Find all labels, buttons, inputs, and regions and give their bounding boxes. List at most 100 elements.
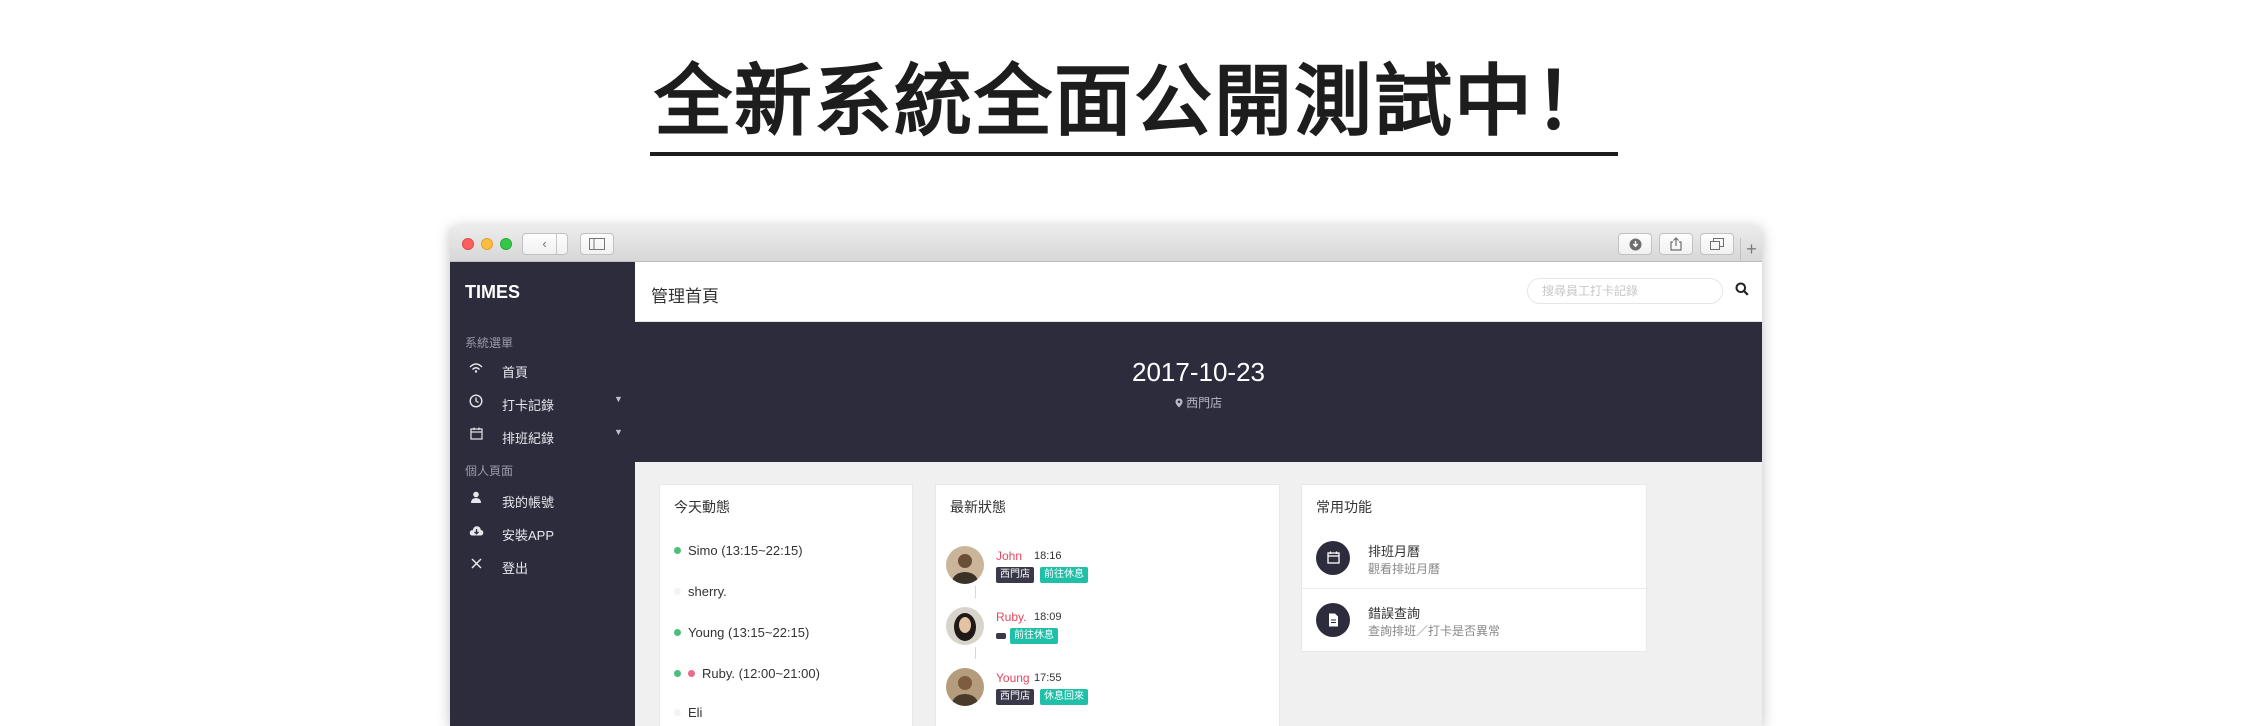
status-dot: [674, 670, 681, 677]
sidebar-toggle-button[interactable]: [580, 233, 614, 255]
status-row[interactable]: John 18:16 西門店 前往休息: [946, 546, 1266, 598]
close-icon: [468, 557, 484, 572]
sidebar-item-home[interactable]: 首頁: [450, 358, 635, 382]
sidebar-item-logout[interactable]: 登出: [450, 554, 635, 578]
list-item[interactable]: Eli: [674, 705, 702, 720]
list-item-text: Simo (13:15~22:15): [688, 543, 803, 558]
sidebar-item-label: 安裝APP: [502, 528, 555, 543]
document-icon: [1316, 603, 1350, 637]
card-title: 常用功能: [1316, 499, 1372, 515]
back-forward-group: ‹›: [522, 233, 568, 271]
list-item[interactable]: sherry.: [674, 584, 727, 599]
action-tag: 休息回來: [1040, 689, 1088, 705]
card-title: 最新狀態: [950, 499, 1006, 515]
sidebar-item-punch-records[interactable]: 打卡記錄 ▼: [450, 391, 635, 415]
map-pin-icon: [1175, 396, 1186, 410]
tabs-icon: [1710, 238, 1724, 250]
downloads-button[interactable]: [1618, 233, 1652, 255]
chevron-down-icon: ▼: [614, 394, 623, 404]
store-tag: 西門店: [996, 567, 1034, 583]
top-header: 管理首頁: [635, 262, 1762, 322]
list-item[interactable]: Young (13:15~22:15): [674, 625, 809, 640]
timeline-connector: [975, 586, 976, 598]
calendar-icon: [468, 427, 484, 443]
section-title-system-menu: 系統選單: [465, 336, 514, 350]
status-dot: [674, 547, 681, 554]
today-activity-card: 今天動態 Simo (13:15~22:15) sherry. Young (1…: [659, 484, 913, 726]
list-item-text: Young (13:15~22:15): [688, 625, 810, 640]
list-item-text: Ruby. (12:00~21:00): [702, 666, 820, 681]
calendar-icon: [1316, 541, 1350, 575]
share-icon: [1670, 237, 1682, 251]
download-icon: [1629, 238, 1641, 251]
search-icon[interactable]: [1735, 282, 1751, 298]
brand-logo: TIMES: [465, 282, 521, 302]
sidebar-item-schedule-records[interactable]: 排班紀錄 ▼: [450, 424, 635, 448]
status-name: Young: [996, 671, 1030, 685]
new-tab-button[interactable]: +: [1740, 238, 1762, 262]
minimize-window-button[interactable]: [481, 238, 493, 250]
page-title: 管理首頁: [651, 287, 719, 306]
function-subtitle: 觀看排班月曆: [1368, 562, 1441, 576]
status-time: 17:55: [1034, 672, 1062, 684]
store-location: 西門店: [635, 394, 1762, 411]
sidebar-item-label: 排班紀錄: [502, 431, 555, 446]
status-dot: [674, 709, 681, 716]
store-location-label: 西門店: [1186, 396, 1223, 410]
status-dot: [688, 670, 695, 677]
close-window-button[interactable]: [462, 238, 474, 250]
list-item-text: Eli: [688, 705, 703, 720]
action-tag: 前往休息: [1010, 628, 1058, 644]
function-title: 排班月曆: [1368, 544, 1421, 559]
function-item-error-lookup[interactable]: 錯誤查詢 查詢排班／打卡是否異常: [1302, 589, 1646, 651]
cloud-download-icon: [468, 524, 484, 539]
status-dot: [674, 629, 681, 636]
sidebar-item-label: 登出: [502, 561, 529, 576]
section-title-personal: 個人頁面: [465, 464, 514, 478]
latest-status-card: 最新狀態 John 18:16 西門店 前往休息 Ruby. 18:09 前往休…: [935, 484, 1280, 726]
card-title: 今天動態: [674, 499, 730, 515]
browser-window: ‹› + TIMES 系統選單 首頁 打卡記錄 ▼: [450, 226, 1762, 726]
common-functions-card: 常用功能 排班月曆 觀看排班月曆 錯誤查詢 查詢排班／打卡是否異常: [1301, 484, 1647, 652]
timeline-connector: [975, 647, 976, 659]
status-row[interactable]: Ruby. 18:09 前往休息: [946, 607, 1266, 659]
share-button[interactable]: [1659, 233, 1693, 255]
sidebar-item-label: 打卡記錄: [502, 398, 555, 413]
action-tag: 前往休息: [1040, 567, 1088, 583]
date-banner: 2017-10-23 西門店: [635, 322, 1762, 462]
list-item[interactable]: Ruby. (12:00~21:00): [674, 666, 820, 681]
show-tabs-button[interactable]: [1700, 233, 1734, 255]
avatar: [946, 607, 984, 645]
current-date: 2017-10-23: [1132, 357, 1265, 387]
list-item-text: sherry.: [688, 584, 727, 599]
zoom-window-button[interactable]: [500, 238, 512, 250]
function-title: 錯誤查詢: [1368, 606, 1421, 621]
wifi-icon: [468, 361, 484, 376]
promo-headline-text: 全新系統全面公開測試中！: [649, 61, 1618, 156]
avatar: [946, 668, 984, 706]
status-row[interactable]: Young 17:55 西門店 休息回來: [946, 668, 1266, 718]
status-name: Ruby.: [996, 610, 1027, 624]
search-input[interactable]: [1527, 278, 1723, 304]
status-time: 18:09: [1034, 611, 1062, 623]
status-name: John: [996, 549, 1023, 563]
function-subtitle: 查詢排班／打卡是否異常: [1368, 624, 1501, 638]
store-tag: 西門店: [996, 689, 1034, 705]
browser-titlebar: ‹› +: [450, 226, 1762, 271]
list-item[interactable]: Simo (13:15~22:15): [674, 543, 803, 558]
sidebar-icon: [589, 238, 605, 250]
avatar: [946, 546, 984, 584]
function-item-schedule-calendar[interactable]: 排班月曆 觀看排班月曆: [1302, 527, 1646, 589]
clock-icon: [468, 394, 484, 411]
promo-headline: 全新系統全面公開測試中！: [0, 61, 2268, 156]
user-icon: [468, 491, 484, 506]
sidebar-item-my-account[interactable]: 我的帳號: [450, 488, 635, 512]
back-button[interactable]: ‹: [534, 234, 556, 254]
store-tag: [996, 633, 1006, 639]
sidebar-item-label: 首頁: [502, 365, 529, 380]
sidebar-item-install-app[interactable]: 安裝APP: [450, 521, 635, 545]
chevron-down-icon: ▼: [614, 427, 623, 437]
status-dot: [674, 588, 681, 595]
status-time: 18:16: [1034, 550, 1062, 562]
sidebar: TIMES 系統選單 首頁 打卡記錄 ▼ 排班紀錄 ▼ 個人頁面 我的帳號 安裝…: [450, 262, 635, 726]
